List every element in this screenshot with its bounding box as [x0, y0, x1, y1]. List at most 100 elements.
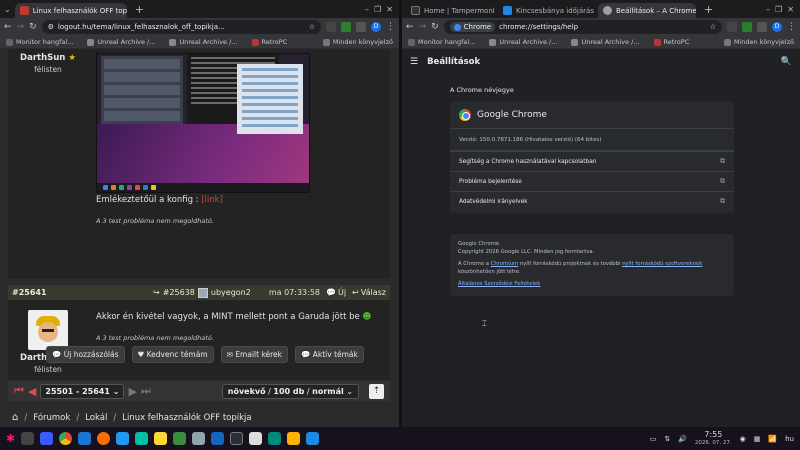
bookmark-item[interactable]: Unreal Archive /... — [571, 38, 640, 46]
profile-avatar[interactable]: D — [772, 22, 782, 32]
bookmark-item[interactable]: Unreal Archive /... — [489, 38, 557, 46]
credits-text: A Chrome a Chromium nyílt forráskódú pro… — [458, 261, 703, 275]
favorite-topic-button[interactable]: ♥ Kedvenc témám — [131, 346, 214, 363]
avatar[interactable] — [28, 310, 68, 350]
chromium-link[interactable]: Chromium — [491, 261, 519, 267]
first-page-icon[interactable]: ⏮ — [14, 384, 24, 398]
home-icon[interactable]: ⌂ — [12, 412, 18, 423]
menu-icon[interactable]: ⋮ — [787, 22, 796, 32]
legal-product-name: Google Chrome — [458, 241, 500, 247]
taskbar-app-icon[interactable] — [287, 432, 301, 445]
report-issue-link[interactable]: Probléma bejelentése ⧉ — [450, 171, 734, 191]
display-icon[interactable]: ▭ — [650, 435, 657, 443]
network-icon[interactable]: ⇅ — [664, 435, 670, 443]
terminal-icon[interactable] — [230, 432, 244, 445]
screenshot-image[interactable] — [96, 53, 310, 193]
taskbar-app-icon[interactable] — [154, 432, 168, 445]
post-id[interactable]: #25641 — [12, 288, 47, 297]
reload-icon[interactable]: ↻ — [29, 22, 37, 32]
forward-icon[interactable]: → — [17, 22, 25, 32]
breadcrumb-local[interactable]: Lokál — [85, 413, 107, 423]
all-bookmarks[interactable]: Minden könyvjelző — [723, 38, 794, 46]
folder-icon — [322, 38, 330, 46]
chrome-taskbar-icon[interactable] — [59, 432, 73, 445]
bookmark-item[interactable]: Unreal Archive /... — [169, 38, 238, 46]
bookmark-item[interactable]: RetroPC — [653, 38, 689, 46]
taskbar-app-icon[interactable] — [135, 432, 149, 445]
notifications-icon[interactable]: ◉ — [740, 435, 746, 443]
tab-search-icon[interactable]: ⌄ — [4, 5, 11, 14]
bookmark-star-icon[interactable]: ☆ — [309, 23, 315, 31]
last-page-icon[interactable]: ⏭ — [141, 384, 151, 398]
taskbar-app-icon[interactable] — [306, 432, 320, 445]
sort-select[interactable]: növekvő / 100 db / normál ⌄ — [221, 383, 359, 399]
taskbar-app-icon[interactable] — [211, 432, 225, 445]
extension-icon[interactable] — [742, 22, 752, 32]
show-desktop-icon[interactable]: ▦ — [754, 435, 761, 443]
extension-icon[interactable] — [727, 22, 737, 32]
new-tab-icon[interactable]: + — [700, 3, 717, 16]
extension-icon[interactable] — [341, 22, 351, 32]
bookmark-item[interactable]: Monitor hangfal... — [408, 38, 475, 46]
forward-icon[interactable]: → — [419, 22, 427, 32]
wifi-icon[interactable]: 📶 — [768, 435, 777, 443]
taskbar-app-icon[interactable] — [249, 432, 263, 445]
username[interactable]: DarthSun — [20, 53, 65, 63]
tab-weather[interactable]: Kincsesbánya időjárás - Id ✕ — [498, 3, 594, 18]
taskbar-app-icon[interactable] — [40, 432, 54, 445]
bookmark-item[interactable]: Unreal Archive /... — [87, 38, 155, 46]
privacy-link[interactable]: Adatvédelmi irányelvek ⧉ — [450, 191, 734, 211]
profile-avatar[interactable]: D — [371, 22, 381, 32]
taskbar-app-icon[interactable] — [78, 432, 92, 445]
app-launcher-icon[interactable]: ✱ — [6, 432, 15, 445]
next-page-icon[interactable]: ▶ — [128, 385, 136, 398]
keyboard-layout[interactable]: hu — [785, 435, 794, 443]
site-info-icon[interactable]: ⚙ — [48, 23, 54, 31]
breadcrumb-forums[interactable]: Fórumok — [33, 413, 70, 423]
all-bookmarks[interactable]: Minden könyvjelző — [322, 38, 393, 46]
bookmark-item[interactable]: RetroPC — [251, 38, 287, 46]
answer-button[interactable]: ↩ Válasz — [352, 288, 386, 297]
new-reply-button[interactable]: 💬 Új — [326, 288, 346, 297]
bookmark-item[interactable]: Monitor hangfal... — [6, 38, 73, 46]
smiley-icon: ☻ — [362, 312, 372, 322]
tab-linux-forum[interactable]: Linux felhasználók OFF topi ✕ — [14, 3, 127, 18]
reload-icon[interactable]: ↻ — [431, 22, 439, 32]
help-link[interactable]: Segítség a Chrome használatával kapcsola… — [450, 151, 734, 171]
clock[interactable]: 7:55 2026. 07. 27. — [695, 430, 732, 447]
extensions-puzzle-icon[interactable] — [757, 22, 767, 32]
taskbar-app-icon[interactable] — [192, 432, 206, 445]
menu-icon[interactable]: ⋮ — [386, 22, 395, 32]
firefox-icon[interactable] — [97, 432, 111, 445]
back-icon[interactable]: ← — [406, 22, 414, 32]
taskbar-app-icon[interactable] — [116, 432, 130, 445]
prev-page-icon[interactable]: ◀ — [28, 385, 36, 398]
extensions-puzzle-icon[interactable] — [356, 22, 366, 32]
post-link[interactable]: [link] — [201, 195, 223, 205]
page-range-select[interactable]: 25501 - 25641 ⌄ — [40, 383, 125, 399]
window-controls[interactable]: – ❐ ✕ — [766, 5, 794, 14]
oss-link[interactable]: nyílt forráskódú szoftvereknek — [622, 261, 702, 267]
address-bar[interactable]: Chrome chrome://settings/help ☆ — [443, 20, 722, 34]
email-notify-button[interactable]: ✉ Emailt kérek — [220, 346, 289, 363]
scroll-top-button[interactable]: ⇡ — [369, 383, 384, 399]
volume-icon[interactable]: 🔊 — [678, 435, 687, 443]
taskbar-app-icon[interactable] — [268, 432, 282, 445]
taskbar-app-icon[interactable] — [173, 432, 187, 445]
chrome-chip[interactable]: Chrome — [449, 22, 496, 32]
tab-tampermonkey[interactable]: Home | Tampermonkey ✕ — [406, 3, 494, 18]
tab-settings[interactable]: Beállítások – A Chrome né ✕ — [598, 3, 696, 18]
extension-icon[interactable] — [326, 22, 336, 32]
window-controls[interactable]: – ❐ ✕ — [365, 5, 393, 14]
bookmark-star-icon[interactable]: ☆ — [710, 23, 716, 31]
back-icon[interactable]: ← — [4, 22, 12, 32]
taskbar-app-icon[interactable] — [21, 432, 35, 445]
forum-post: DarthSun ★ félisten Akkor én kivétel vag… — [8, 300, 390, 380]
address-bar[interactable]: ⚙ logout.hu/tema/linux_felhasznalok_off_… — [41, 20, 321, 34]
new-tab-icon[interactable]: + — [131, 3, 148, 16]
active-topics-button[interactable]: 💬 Aktív témák — [295, 346, 364, 363]
new-post-button[interactable]: 💬 Új hozzászólás — [46, 346, 125, 363]
breadcrumb-topic[interactable]: Linux felhasználók OFF topikja — [122, 413, 251, 423]
reply-to[interactable]: ↪ #25638 ubyegon2 — [153, 287, 251, 298]
terms-link[interactable]: Általános Szerződési Feltételek — [458, 281, 540, 287]
